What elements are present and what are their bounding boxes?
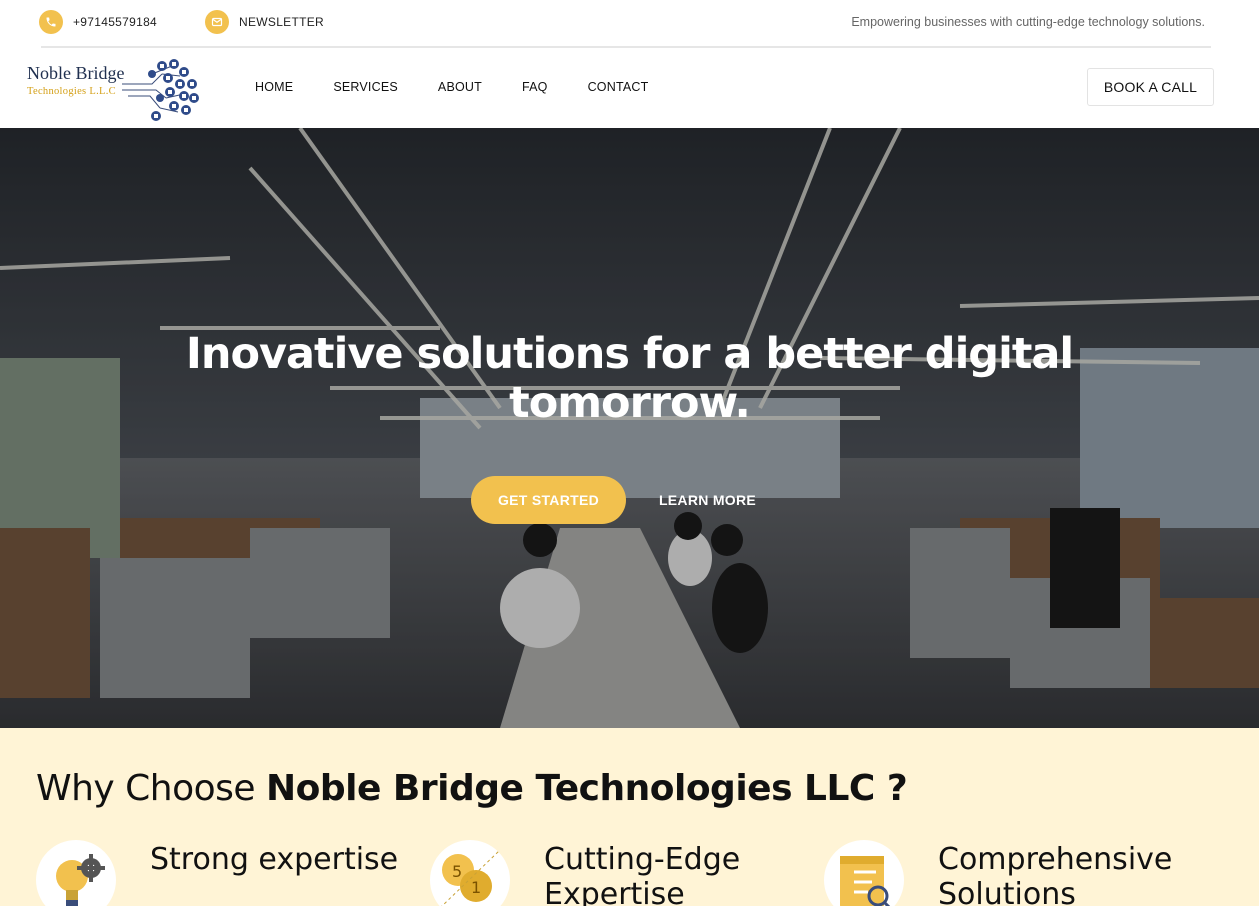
top-bar: +97145579184 NEWSLETTER Empowering busin… [0,0,1259,46]
logo-name: Noble Bridge [27,63,125,83]
phone-contact[interactable]: +97145579184 [39,10,157,34]
hero-section: Inovative solutions for a better digital… [0,128,1259,728]
site-header: Noble Bridge Technologies L.L.C HOME SER… [0,48,1259,128]
svg-text:1: 1 [471,878,481,897]
feature-title: Cutting-Edge Expertise [544,842,741,906]
hero-title-line2: tomorrow. [509,378,751,428]
book-call-button[interactable]: BOOK A CALL [1087,68,1214,106]
nav-services[interactable]: SERVICES [333,80,398,94]
why-title-company: Noble Bridge Technologies LLC ? [266,768,908,809]
document-search-icon [824,840,904,906]
phone-number: +97145579184 [73,15,158,29]
nav-home[interactable]: HOME [255,80,293,94]
logo-sub: Technologies L.L.C [27,86,116,97]
mail-icon [205,10,229,34]
nav-about[interactable]: ABOUT [438,80,482,94]
get-started-button[interactable]: GET STARTED [471,476,626,524]
why-title-prefix: Why Choose [36,768,267,809]
lightbulb-gear-icon [36,840,116,906]
why-choose-section: Why Choose Noble Bridge Technologies LLC… [0,728,1259,906]
main-nav: HOME SERVICES ABOUT FAQ CONTACT [255,80,688,94]
coins-icon: 5 1 [430,840,510,906]
newsletter-label: NEWSLETTER [239,15,325,29]
logo-network-icon [122,59,199,121]
svg-text:5: 5 [452,862,462,881]
feature-title: Comprehensive Solutions [938,842,1173,906]
hero-title: Inovative solutions for a better digital… [0,330,1259,428]
hero-overlay [0,128,1259,728]
tagline: Empowering businesses with cutting-edge … [851,15,1205,29]
learn-more-button[interactable]: LEARN MORE [650,476,765,524]
nav-faq[interactable]: FAQ [522,80,548,94]
logo[interactable]: Noble Bridge Technologies L.L.C [26,54,206,124]
newsletter-link[interactable]: NEWSLETTER [205,10,324,34]
feature-title: Strong expertise [150,842,399,877]
why-title: Why Choose Noble Bridge Technologies LLC… [36,768,908,809]
phone-icon [39,10,63,34]
nav-contact[interactable]: CONTACT [588,80,649,94]
hero-title-line1: Inovative solutions for a better digital [185,329,1074,379]
